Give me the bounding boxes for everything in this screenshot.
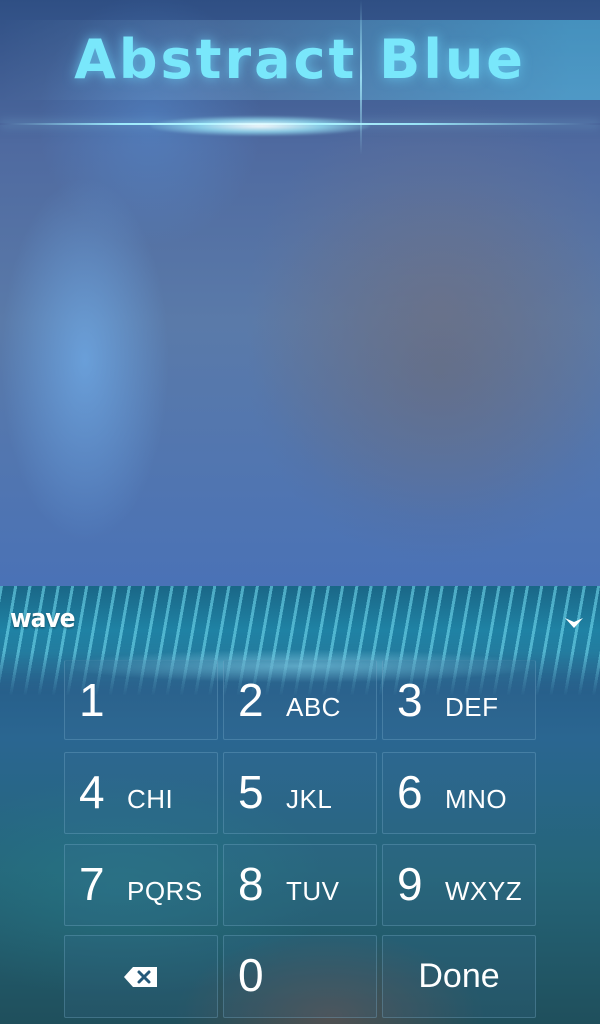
key-7[interactable]: 7 PQRS: [64, 844, 218, 926]
done-key[interactable]: Done: [382, 935, 536, 1018]
key-letters: CHI: [127, 784, 174, 814]
wallpaper: Abstract Blue: [0, 0, 600, 586]
key-digit: 3: [397, 674, 423, 726]
key-letters: JKL: [286, 784, 333, 814]
chevron-down-icon: [565, 618, 583, 628]
keyboard-logo: wave: [10, 604, 76, 634]
backspace-key[interactable]: [64, 935, 218, 1018]
key-6[interactable]: 6 MNO: [382, 752, 536, 834]
key-9[interactable]: 9 WXYZ: [382, 844, 536, 926]
collapse-keyboard-button[interactable]: [556, 608, 592, 638]
key-2[interactable]: 2 ABC: [223, 660, 377, 740]
key-4[interactable]: 4 CHI: [64, 752, 218, 834]
key-1[interactable]: 1: [64, 660, 218, 740]
light-flare: [150, 116, 370, 136]
key-0[interactable]: 0: [223, 935, 377, 1018]
key-letters: DEF: [445, 692, 499, 722]
key-letters: WXYZ: [445, 876, 523, 906]
key-letters: PQRS: [127, 876, 203, 906]
key-digit: 7: [79, 858, 105, 910]
key-digit: 8: [238, 858, 264, 910]
key-5[interactable]: 5 JKL: [223, 752, 377, 834]
key-digit: 2: [238, 674, 264, 726]
done-label: Done: [418, 957, 500, 995]
key-3[interactable]: 3 DEF: [382, 660, 536, 740]
key-digit: 1: [79, 674, 105, 726]
key-letters: MNO: [445, 784, 508, 814]
key-digit: 5: [238, 766, 264, 818]
key-letters: TUV: [286, 876, 340, 906]
key-digit: 6: [397, 766, 423, 818]
wallpaper-title: Abstract Blue: [74, 28, 526, 91]
key-digit: 4: [79, 766, 105, 818]
numeric-keyboard: wave 1 2 ABC 3 DEF 4 CHI 5 JKL 6 MNO 7 P…: [0, 586, 600, 1024]
key-8[interactable]: 8 TUV: [223, 844, 377, 926]
wallpaper-shadow: [230, 160, 600, 580]
key-digit: 0: [238, 949, 264, 1001]
backspace-icon: [65, 936, 217, 1017]
key-letters: ABC: [286, 692, 341, 722]
lock-screen: Abstract Blue wave 1 2 ABC 3 DEF 4 CHI 5…: [0, 0, 600, 1024]
key-digit: 9: [397, 858, 423, 910]
